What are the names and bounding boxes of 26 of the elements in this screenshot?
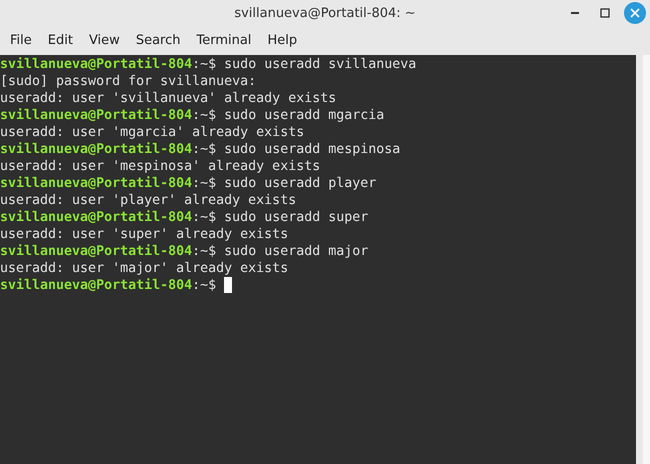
window-title: svillanueva@Portatil-804: ~ [234, 5, 416, 23]
terminal-area[interactable] [0, 55, 636, 464]
close-icon [630, 8, 640, 18]
menu-item[interactable]: Search [128, 27, 188, 55]
prompt-line: svillanueva@Portatil-804:~$ sudo useradd svillanueva [0, 56, 416, 73]
prompt-line: svillanueva@Portatil-804:~$ [0, 277, 218, 294]
prompt-line: svillanueva@Portatil-804:~$ sudo useradd mgarcia [0, 107, 384, 124]
output-line: useradd: user 'mgarcia' already exists [0, 124, 304, 141]
close-button[interactable] [624, 2, 646, 24]
minimize-icon [571, 12, 579, 14]
output-line: useradd: user 'mespinosa' already exists [0, 158, 320, 175]
menu-item[interactable]: Help [259, 27, 306, 55]
output-line: useradd: user 'player' already exists [0, 192, 296, 209]
menu-item[interactable]: File [2, 27, 40, 55]
menu-item[interactable]: Terminal [188, 27, 260, 55]
output-line: useradd: user 'svillanueva' already exists [0, 90, 336, 107]
output-line: useradd: user 'major' already exists [0, 260, 288, 277]
prompt-line: svillanueva@Portatil-804:~$ sudo useradd super [0, 209, 368, 226]
prompt-line: svillanueva@Portatil-804:~$ sudo useradd major [0, 243, 368, 260]
output-line: [sudo] password for svillanueva: [0, 73, 256, 90]
menu-item[interactable]: Edit [40, 27, 81, 55]
prompt-line: svillanueva@Portatil-804:~$ sudo useradd player [0, 175, 376, 192]
menu-item[interactable]: View [80, 27, 128, 55]
prompt-line: svillanueva@Portatil-804:~$ sudo useradd mespinosa [0, 141, 400, 158]
maximize-icon [600, 8, 610, 18]
output-line: useradd: user 'super' already exists [0, 226, 288, 243]
